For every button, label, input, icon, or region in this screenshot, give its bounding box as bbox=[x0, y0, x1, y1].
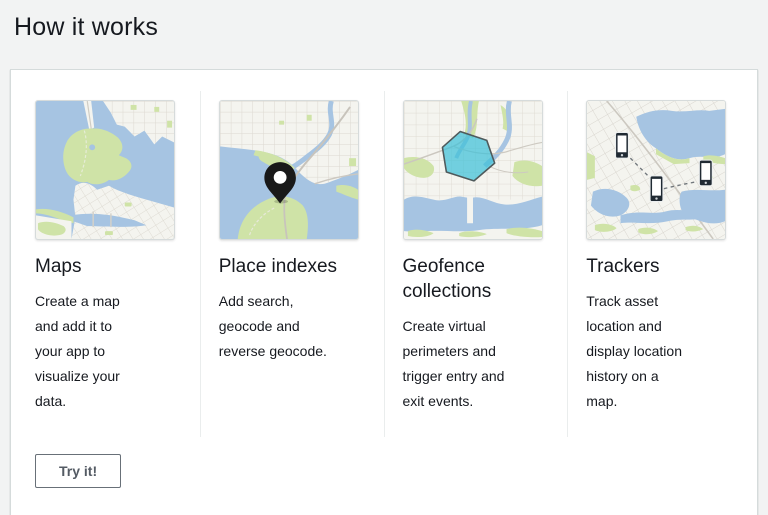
map-overview-thumbnail bbox=[35, 100, 175, 240]
page-title: How it works bbox=[14, 13, 159, 41]
tracker-device-icon bbox=[615, 132, 630, 159]
card-desc-maps: Create a map and add it to your app to v… bbox=[35, 293, 120, 409]
card-title-trackers: Trackers bbox=[586, 256, 660, 277]
card-geofence-collections: Geofence collections Create virtual peri… bbox=[383, 91, 568, 437]
map-geofence-hexagon-thumbnail bbox=[402, 100, 543, 240]
tracker-device-icon bbox=[699, 159, 713, 187]
card-title-place-indexes: Place indexes bbox=[218, 256, 338, 277]
card-desc-geofence-collections: Create virtual perimeters and trigger en… bbox=[402, 318, 505, 409]
card-place-indexes: Place indexes Add search, geocode and re… bbox=[199, 91, 384, 437]
try-it-button[interactable]: Try it! bbox=[35, 454, 122, 488]
map-tracked-devices-thumbnail bbox=[586, 100, 727, 240]
tracker-device-icon bbox=[649, 175, 664, 203]
map-location-pin-thumbnail bbox=[218, 100, 359, 240]
feature-cards-row: Maps Create a map and add it to your app… bbox=[35, 91, 733, 437]
card-title-maps: Maps bbox=[35, 256, 82, 277]
card-maps: Maps Create a map and add it to your app… bbox=[35, 91, 200, 437]
card-title-geofence-collections: Geofence collections bbox=[402, 256, 492, 302]
card-desc-place-indexes: Add search, geocode and reverse geocode. bbox=[218, 293, 327, 359]
how-it-works-panel: Maps Create a map and add it to your app… bbox=[10, 69, 758, 515]
card-trackers: Trackers Track asset location and displa… bbox=[567, 91, 733, 437]
card-desc-trackers: Track asset location and display locatio… bbox=[586, 293, 682, 409]
